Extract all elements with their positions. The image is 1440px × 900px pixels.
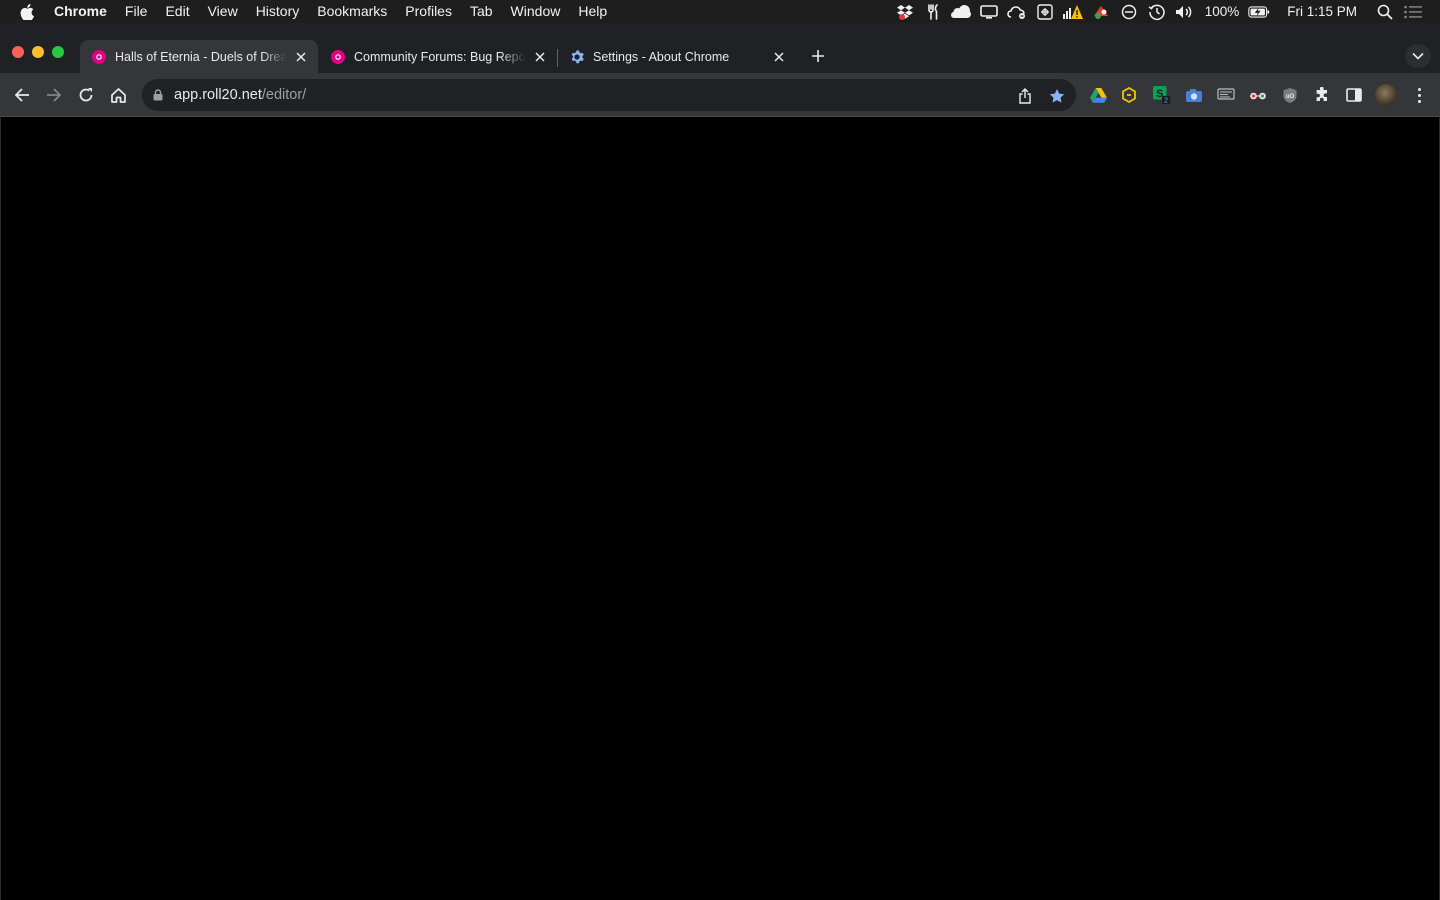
display-icon[interactable]: [978, 0, 1000, 23]
screen-reader-extension-icon[interactable]: [1217, 86, 1235, 104]
volume-icon[interactable]: [1174, 0, 1196, 23]
svg-text:2: 2: [1164, 95, 1168, 104]
tab-settings-about-chrome[interactable]: Settings - About Chrome: [558, 40, 796, 73]
menu-file[interactable]: File: [116, 0, 157, 23]
cloud-icon[interactable]: [950, 0, 972, 23]
tab-title: Community Forums: Bug Reports: [354, 49, 526, 64]
macos-menu-bar: Chrome File Edit View History Bookmarks …: [0, 0, 1440, 23]
menu-view[interactable]: View: [199, 0, 247, 23]
address-bar[interactable]: app.roll20.net/editor/: [142, 79, 1076, 111]
spotlight-search-icon[interactable]: [1374, 0, 1396, 23]
window-controls: [12, 46, 64, 58]
home-button[interactable]: [105, 82, 131, 108]
dropbox-icon[interactable]: [894, 0, 916, 23]
close-tab-icon[interactable]: [769, 47, 789, 67]
ublock-shield-icon[interactable]: uO: [1281, 86, 1299, 104]
roll20-icon: [92, 49, 106, 64]
menu-help[interactable]: Help: [569, 0, 616, 23]
url-host: app.roll20.net: [174, 87, 262, 103]
back-button[interactable]: [9, 82, 35, 108]
page-content-roll20-editor[interactable]: [0, 118, 1440, 900]
chrome-menu-button[interactable]: [1410, 84, 1428, 106]
status-bar: 100% Fri 1:15 PM: [891, 0, 1440, 23]
svg-text:uO: uO: [1286, 94, 1295, 100]
roll20-icon: [331, 49, 345, 64]
zoom-window-button[interactable]: [52, 46, 64, 58]
menu-edit[interactable]: Edit: [156, 0, 198, 23]
yellow-hexagon-extension-icon[interactable]: [1120, 86, 1138, 104]
settings-gear-icon: [570, 50, 584, 64]
do-not-disturb-icon[interactable]: [1118, 0, 1140, 23]
close-tab-icon[interactable]: [530, 47, 550, 67]
close-tab-icon[interactable]: [291, 47, 311, 67]
forward-button[interactable]: [41, 82, 67, 108]
new-tab-button[interactable]: [806, 44, 830, 68]
reload-button[interactable]: [73, 82, 99, 108]
battery-charging-icon[interactable]: [1248, 0, 1270, 23]
lock-icon[interactable]: [153, 89, 165, 101]
apple-logo-icon[interactable]: [0, 3, 54, 20]
glasses-extension-icon[interactable]: [1249, 86, 1267, 104]
tab-community-forums[interactable]: Community Forums: Bug Reports: [319, 40, 557, 73]
tab-search-button[interactable]: [1405, 44, 1431, 68]
time-machine-icon[interactable]: [1146, 0, 1168, 23]
url-text[interactable]: app.roll20.net/editor/: [174, 87, 306, 103]
menu-window[interactable]: Window: [502, 0, 570, 23]
camera-extension-icon[interactable]: [1185, 86, 1203, 104]
istat-warning-icon[interactable]: [1062, 0, 1084, 23]
tab-title: Halls of Eternia - Duels of Dreams: [115, 49, 287, 64]
bookmark-star-icon[interactable]: [1048, 87, 1066, 105]
minimize-window-button[interactable]: [32, 46, 44, 58]
menubar-clock[interactable]: Fri 1:15 PM: [1287, 4, 1357, 19]
share-icon[interactable]: [1016, 87, 1034, 105]
google-drive-icon[interactable]: [1089, 86, 1107, 104]
s-badge-extension-icon[interactable]: S2: [1153, 86, 1171, 104]
extensions-puzzle-icon[interactable]: [1313, 86, 1331, 104]
profile-avatar[interactable]: [1375, 84, 1397, 106]
vpn-cloud-icon[interactable]: [1006, 0, 1028, 23]
menu-history[interactable]: History: [247, 0, 309, 23]
tab-title: Settings - About Chrome: [593, 49, 730, 64]
tab-halls-of-eternia[interactable]: Halls of Eternia - Duels of Dreams: [80, 40, 318, 73]
menu-tab[interactable]: Tab: [461, 0, 502, 23]
browser-toolbar: app.roll20.net/editor/ S2 uO: [0, 73, 1440, 117]
screen-capture-icon[interactable]: [1034, 0, 1056, 23]
battery-percent: 100%: [1204, 4, 1240, 19]
menu-bookmarks[interactable]: Bookmarks: [308, 0, 396, 23]
side-panel-icon[interactable]: [1345, 86, 1363, 104]
close-window-button[interactable]: [12, 46, 24, 58]
colorful-app-icon[interactable]: [1090, 0, 1112, 23]
menu-app-name[interactable]: Chrome: [54, 0, 116, 23]
url-path: /editor/: [261, 87, 307, 103]
chrome-window: Halls of Eternia - Duels of Dreams Commu…: [0, 23, 1440, 900]
notification-center-icon[interactable]: [1402, 0, 1424, 23]
fork-knife-icon[interactable]: [922, 0, 944, 23]
menu-profiles[interactable]: Profiles: [396, 0, 461, 23]
